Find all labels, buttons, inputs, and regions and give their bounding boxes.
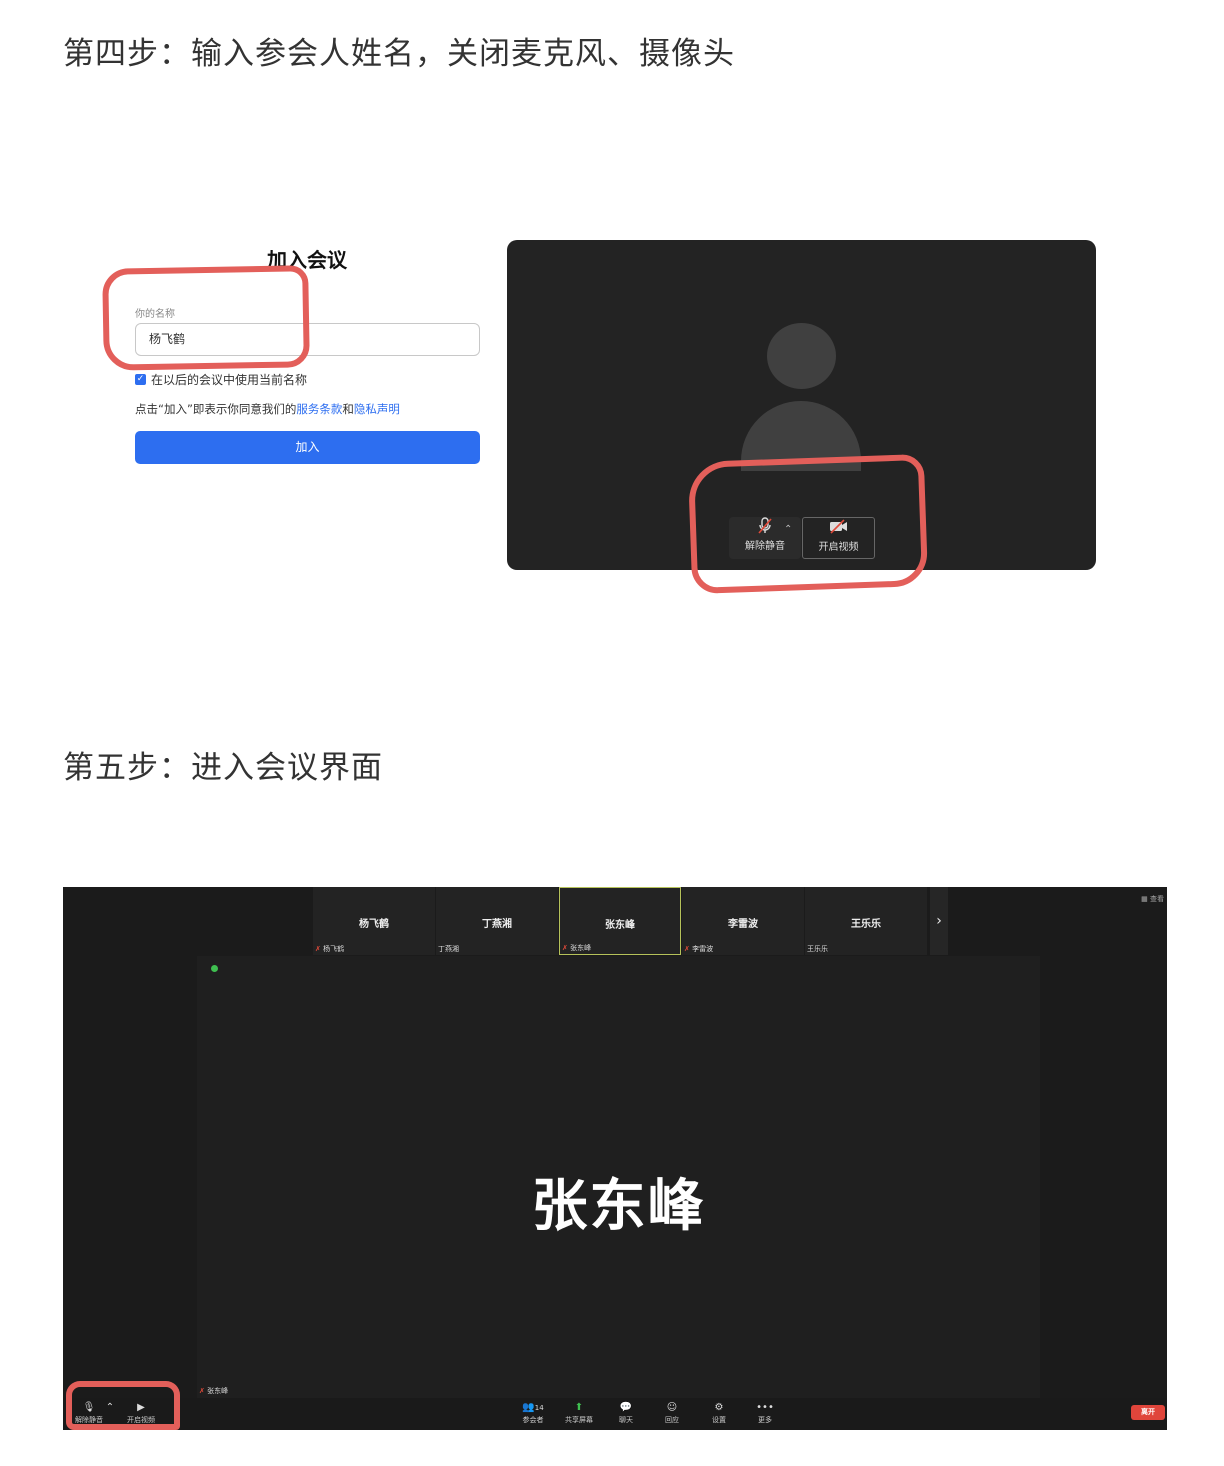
participant-label: 王乐乐 bbox=[807, 945, 828, 953]
remember-name-label: 在以后的会议中使用当前名称 bbox=[151, 373, 308, 387]
share-screen-icon: ⬆ bbox=[574, 1402, 584, 1413]
participants-icon: 👥14 bbox=[522, 1402, 544, 1413]
participant-name: 王乐乐 bbox=[851, 919, 881, 930]
participant-label: ✗ 张东峰 bbox=[562, 944, 592, 952]
terms-prefix: 点击“加入”即表示你同意我们的 bbox=[135, 402, 297, 416]
chat-icon: 💬 bbox=[619, 1402, 633, 1413]
remember-name-checkbox[interactable]: ✓ bbox=[135, 374, 146, 385]
reactions-button[interactable]: ☺ 回应 bbox=[654, 1402, 690, 1425]
annotation-circle-name bbox=[102, 265, 310, 371]
participant-name: 李雷波 bbox=[728, 919, 758, 930]
active-speaker-stage: 张东峰 ✗ 张东峰 bbox=[197, 956, 1040, 1398]
settings-button[interactable]: ⚙ 设置 bbox=[701, 1402, 737, 1425]
participant-label: 丁燕湘 bbox=[438, 945, 459, 953]
active-speaker-label: ✗ 张东峰 bbox=[199, 1387, 229, 1395]
terms-of-service-link[interactable]: 服务条款 bbox=[296, 402, 342, 416]
meeting-window: 杨飞鹤 ✗ 杨飞鹤 丁燕湘 丁燕湘 张东峰 ✗ 张东峰 李雷波 ✗ 李雷波 王乐… bbox=[63, 887, 1167, 1430]
reactions-icon: ☺ bbox=[666, 1402, 678, 1413]
active-speaker-name: 张东峰 bbox=[531, 1174, 706, 1239]
join-button[interactable]: 加入 bbox=[135, 431, 480, 464]
view-button[interactable]: ▦ 查看 bbox=[1141, 894, 1164, 904]
meeting-toolbar: 🎙 解除静音 ⌃ ▶ 开启视频 👥14 参会者 ⬆ 共享屏幕 💬 聊天 ☺ 回应… bbox=[63, 1398, 1167, 1430]
step5-heading: 第五步：进入会议界面 bbox=[63, 750, 383, 786]
remember-name-option[interactable]: ✓ 在以后的会议中使用当前名称 bbox=[135, 371, 307, 388]
participant-tile[interactable]: 杨飞鹤 ✗ 杨飞鹤 bbox=[313, 887, 435, 955]
annotation-circle-toolbar-controls bbox=[66, 1381, 180, 1430]
participant-strip: 杨飞鹤 ✗ 杨飞鹤 丁燕湘 丁燕湘 张东峰 ✗ 张东峰 李雷波 ✗ 李雷波 王乐… bbox=[313, 887, 927, 955]
mic-muted-icon: ✗ bbox=[562, 944, 568, 952]
next-page-chevron-icon[interactable]: › bbox=[930, 887, 948, 955]
participant-tile[interactable]: 丁燕湘 丁燕湘 bbox=[436, 887, 558, 955]
more-icon: ••• bbox=[756, 1402, 774, 1413]
participant-label: ✗ 杨飞鹤 bbox=[315, 945, 345, 953]
step4-heading: 第四步：输入参会人姓名，关闭麦克风、摄像头 bbox=[63, 36, 735, 72]
terms-and: 和 bbox=[342, 402, 354, 416]
chat-button[interactable]: 💬 聊天 bbox=[608, 1402, 644, 1425]
mic-muted-icon: ✗ bbox=[684, 945, 690, 953]
leave-button[interactable]: 离开 bbox=[1131, 1405, 1165, 1420]
avatar-placeholder-head bbox=[767, 323, 836, 389]
participant-tile-active[interactable]: 张东峰 ✗ 张东峰 bbox=[559, 887, 681, 955]
participant-tile[interactable]: 王乐乐 王乐乐 bbox=[805, 887, 927, 955]
participant-name: 丁燕湘 bbox=[482, 919, 512, 930]
security-shield-icon[interactable] bbox=[211, 965, 218, 972]
annotation-circle-controls bbox=[687, 453, 929, 595]
share-screen-button[interactable]: ⬆ 共享屏幕 bbox=[561, 1402, 597, 1425]
terms-notice: 点击“加入”即表示你同意我们的服务条款和隐私声明 bbox=[135, 401, 400, 417]
privacy-statement-link[interactable]: 隐私声明 bbox=[354, 402, 400, 416]
more-button[interactable]: ••• 更多 bbox=[747, 1402, 783, 1425]
participant-name: 杨飞鹤 bbox=[359, 919, 389, 930]
mic-muted-icon: ✗ bbox=[315, 945, 321, 953]
participant-label: ✗ 李雷波 bbox=[684, 945, 714, 953]
mic-muted-icon: ✗ bbox=[199, 1387, 205, 1395]
participants-button[interactable]: 👥14 参会者 bbox=[515, 1402, 551, 1425]
participant-name: 张东峰 bbox=[605, 920, 635, 931]
participant-tile[interactable]: 李雷波 ✗ 李雷波 bbox=[682, 887, 804, 955]
gear-icon: ⚙ bbox=[714, 1402, 724, 1413]
